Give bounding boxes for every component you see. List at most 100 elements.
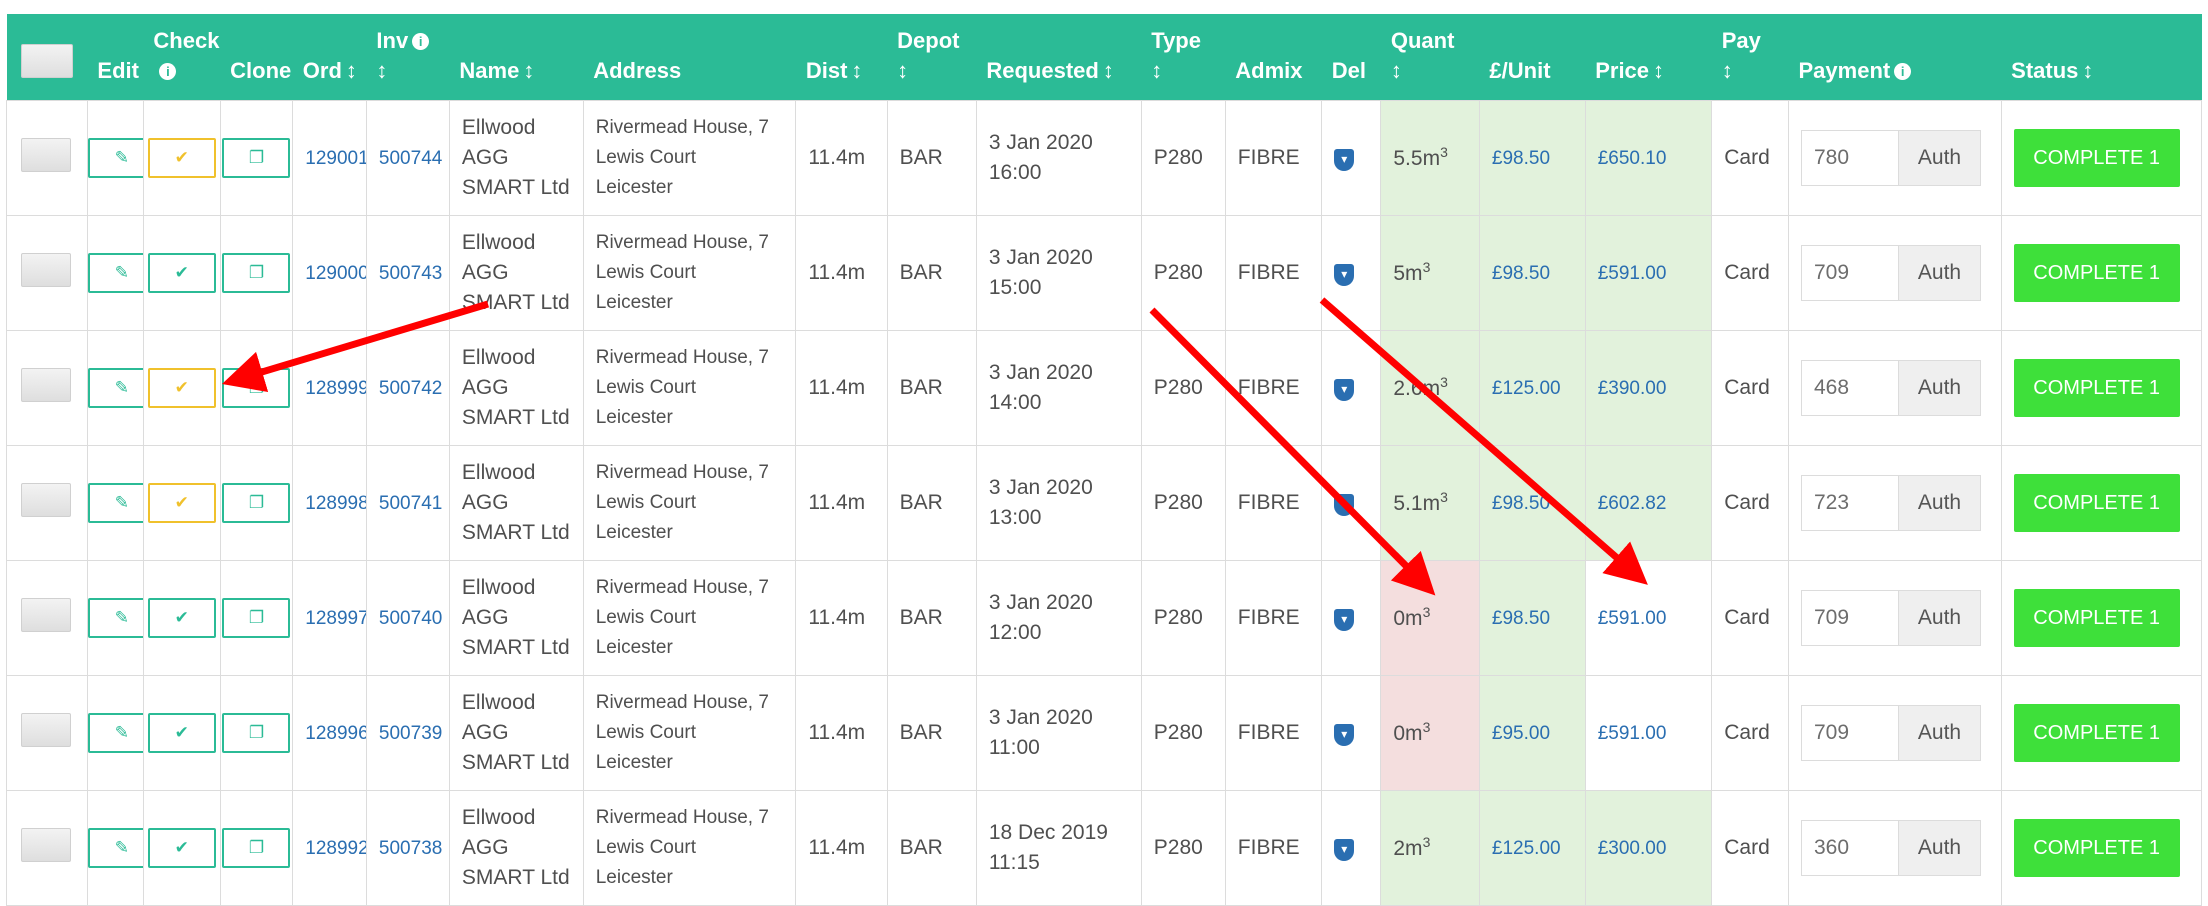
header-status[interactable]: Status ↕ [2001, 14, 2201, 100]
header-quant[interactable]: Quant ↕ [1381, 14, 1480, 100]
sort-icon[interactable]: ↕ [1103, 58, 1114, 83]
edit-button[interactable]: ✎ [88, 137, 143, 178]
check-button[interactable]: ✔ [147, 827, 216, 868]
shield-icon[interactable]: ▾ [1334, 493, 1355, 516]
shield-icon[interactable]: ▾ [1334, 378, 1355, 401]
unit-price[interactable]: £98.50 [1492, 608, 1550, 629]
unit-price[interactable]: £125.00 [1492, 378, 1561, 399]
auth-button[interactable]: Auth [1899, 129, 1981, 186]
payment-input[interactable]: 468 [1801, 359, 1899, 416]
sort-icon[interactable]: ↕ [523, 58, 534, 83]
shield-icon[interactable]: ▾ [1334, 608, 1355, 631]
invoice-link[interactable]: 500743 [379, 263, 442, 284]
shield-icon[interactable]: ▾ [1334, 148, 1355, 171]
row-select-checkbox[interactable] [21, 482, 71, 517]
unit-price[interactable]: £125.00 [1492, 838, 1561, 859]
auth-button[interactable]: Auth [1899, 704, 1981, 761]
status-complete-button[interactable]: COMPLETE 1 [2013, 703, 2180, 762]
header-dist[interactable]: Dist ↕ [796, 14, 887, 100]
status-complete-button[interactable]: COMPLETE 1 [2013, 243, 2180, 302]
auth-button[interactable]: Auth [1899, 819, 1981, 876]
order-link[interactable]: 128999 [305, 378, 365, 399]
sort-icon[interactable]: ↕ [346, 58, 357, 83]
edit-button[interactable]: ✎ [88, 712, 143, 753]
row-select-checkbox[interactable] [21, 252, 71, 287]
unit-price[interactable]: £95.00 [1492, 723, 1550, 744]
status-complete-button[interactable]: COMPLETE 1 [2013, 128, 2180, 187]
price[interactable]: £650.10 [1598, 148, 1667, 169]
check-button[interactable]: ✔ [147, 137, 216, 178]
sort-icon[interactable]: ↕ [1653, 58, 1664, 83]
info-icon[interactable]: i [159, 62, 177, 80]
clone-button[interactable]: ❐ [222, 482, 291, 523]
shield-icon[interactable]: ▾ [1334, 263, 1355, 286]
info-icon[interactable]: i [412, 32, 430, 50]
header-requested[interactable]: Requested ↕ [976, 14, 1141, 100]
order-link[interactable]: 128998 [305, 493, 365, 514]
sort-icon[interactable]: ↕ [376, 58, 387, 83]
payment-input[interactable]: 709 [1801, 589, 1899, 646]
status-complete-button[interactable]: COMPLETE 1 [2013, 358, 2180, 417]
price[interactable]: £390.00 [1598, 378, 1667, 399]
unit-price[interactable]: £98.50 [1492, 148, 1550, 169]
edit-button[interactable]: ✎ [88, 597, 143, 638]
shield-icon[interactable]: ▾ [1334, 723, 1355, 746]
invoice-link[interactable]: 500740 [379, 608, 442, 629]
price[interactable]: £591.00 [1598, 263, 1667, 284]
sort-icon[interactable]: ↕ [2082, 58, 2093, 83]
check-button[interactable]: ✔ [147, 712, 216, 753]
sort-icon[interactable]: ↕ [897, 58, 908, 83]
price[interactable]: £602.82 [1598, 493, 1667, 514]
sort-icon[interactable]: ↕ [1722, 58, 1733, 83]
status-complete-button[interactable]: COMPLETE 1 [2013, 473, 2180, 532]
auth-button[interactable]: Auth [1899, 359, 1981, 416]
sort-icon[interactable]: ↕ [851, 58, 862, 83]
edit-button[interactable]: ✎ [88, 482, 143, 523]
clone-button[interactable]: ❐ [222, 252, 291, 293]
row-select-checkbox[interactable] [21, 712, 71, 747]
auth-button[interactable]: Auth [1899, 244, 1981, 301]
invoice-link[interactable]: 500744 [379, 148, 442, 169]
check-button[interactable]: ✔ [147, 482, 216, 523]
clone-button[interactable]: ❐ [222, 827, 291, 868]
invoice-link[interactable]: 500739 [379, 723, 442, 744]
price[interactable]: £300.00 [1598, 838, 1667, 859]
unit-price[interactable]: £98.50 [1492, 493, 1550, 514]
edit-button[interactable]: ✎ [88, 367, 143, 408]
payment-input[interactable]: 723 [1801, 474, 1899, 531]
header-type[interactable]: Type ↕ [1141, 14, 1225, 100]
check-button[interactable]: ✔ [147, 597, 216, 638]
order-link[interactable]: 128992 [305, 838, 365, 859]
price[interactable]: £591.00 [1598, 608, 1667, 629]
invoice-link[interactable]: 500742 [379, 378, 442, 399]
sort-icon[interactable]: ↕ [1151, 58, 1162, 83]
row-select-checkbox[interactable] [21, 827, 71, 862]
check-button[interactable]: ✔ [147, 367, 216, 408]
order-link[interactable]: 128997 [305, 608, 365, 629]
payment-input[interactable]: 360 [1801, 819, 1899, 876]
payment-input[interactable]: 709 [1801, 704, 1899, 761]
price[interactable]: £591.00 [1598, 723, 1667, 744]
clone-button[interactable]: ❐ [222, 137, 291, 178]
sort-icon[interactable]: ↕ [1391, 58, 1402, 83]
header-depot[interactable]: Depot ↕ [887, 14, 976, 100]
order-link[interactable]: 129000 [305, 263, 365, 284]
row-select-checkbox[interactable] [21, 367, 71, 402]
check-button[interactable]: ✔ [147, 252, 216, 293]
header-inv[interactable]: Inv i ↕ [366, 14, 449, 100]
auth-button[interactable]: Auth [1899, 474, 1981, 531]
header-name[interactable]: Name ↕ [449, 14, 583, 100]
status-complete-button[interactable]: COMPLETE 1 [2013, 818, 2180, 877]
auth-button[interactable]: Auth [1899, 589, 1981, 646]
shield-icon[interactable]: ▾ [1334, 838, 1355, 861]
invoice-link[interactable]: 500738 [379, 838, 442, 859]
row-select-checkbox[interactable] [21, 137, 71, 172]
info-icon[interactable]: i [1894, 62, 1912, 80]
unit-price[interactable]: £98.50 [1492, 263, 1550, 284]
select-all-checkbox[interactable] [20, 43, 73, 78]
edit-button[interactable]: ✎ [88, 252, 143, 293]
payment-input[interactable]: 780 [1801, 129, 1899, 186]
header-price[interactable]: Price ↕ [1585, 14, 1712, 100]
clone-button[interactable]: ❐ [222, 712, 291, 753]
status-complete-button[interactable]: COMPLETE 1 [2013, 588, 2180, 647]
